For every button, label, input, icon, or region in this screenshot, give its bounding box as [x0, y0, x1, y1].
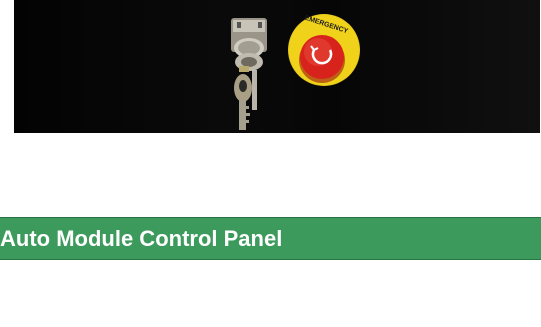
emergency-stop-button: EMERGENCY	[288, 14, 360, 86]
key-switch	[231, 18, 267, 71]
key-icon	[234, 66, 257, 130]
section-banner: Auto Module Control Panel	[0, 217, 541, 260]
photo-illustration: EMERGENCY	[231, 14, 360, 130]
section-title: Auto Module Control Panel	[0, 226, 283, 251]
control-panel-photo: EMERGENCY	[14, 0, 540, 133]
